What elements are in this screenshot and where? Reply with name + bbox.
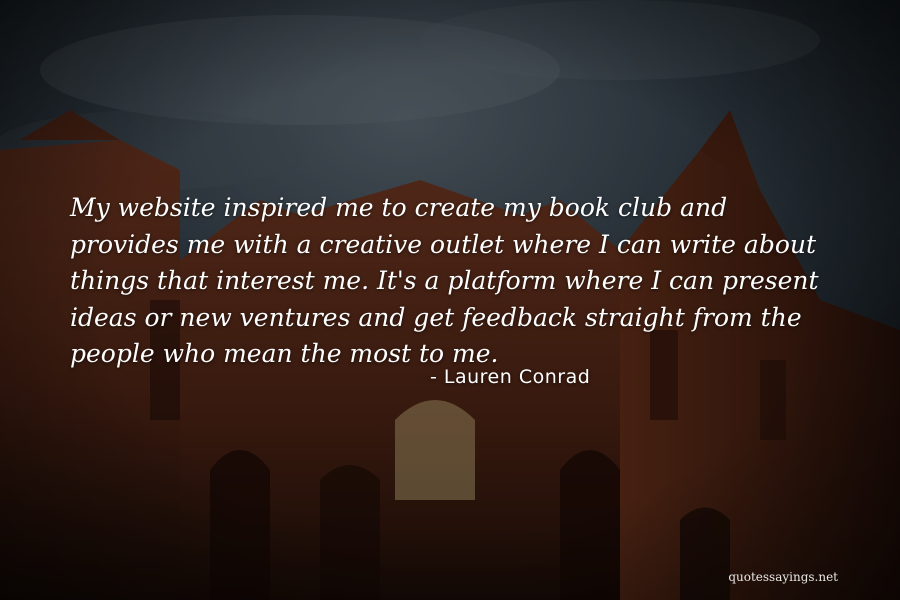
quote-author: - Lauren Conrad	[430, 366, 591, 388]
quote-line: My website inspired me to create my book…	[70, 193, 728, 222]
quote-line: provides me with a creative outlet where…	[70, 229, 817, 259]
quote-line: ideas or new ventures and get feedback s…	[70, 302, 802, 332]
watermark: quotessayings.net	[728, 570, 838, 584]
quote-text: My website inspired me to create my book…	[70, 190, 870, 373]
quote-line: things that interest me. It's a platform…	[70, 266, 819, 295]
quote-card: My website inspired me to create my book…	[0, 0, 900, 600]
